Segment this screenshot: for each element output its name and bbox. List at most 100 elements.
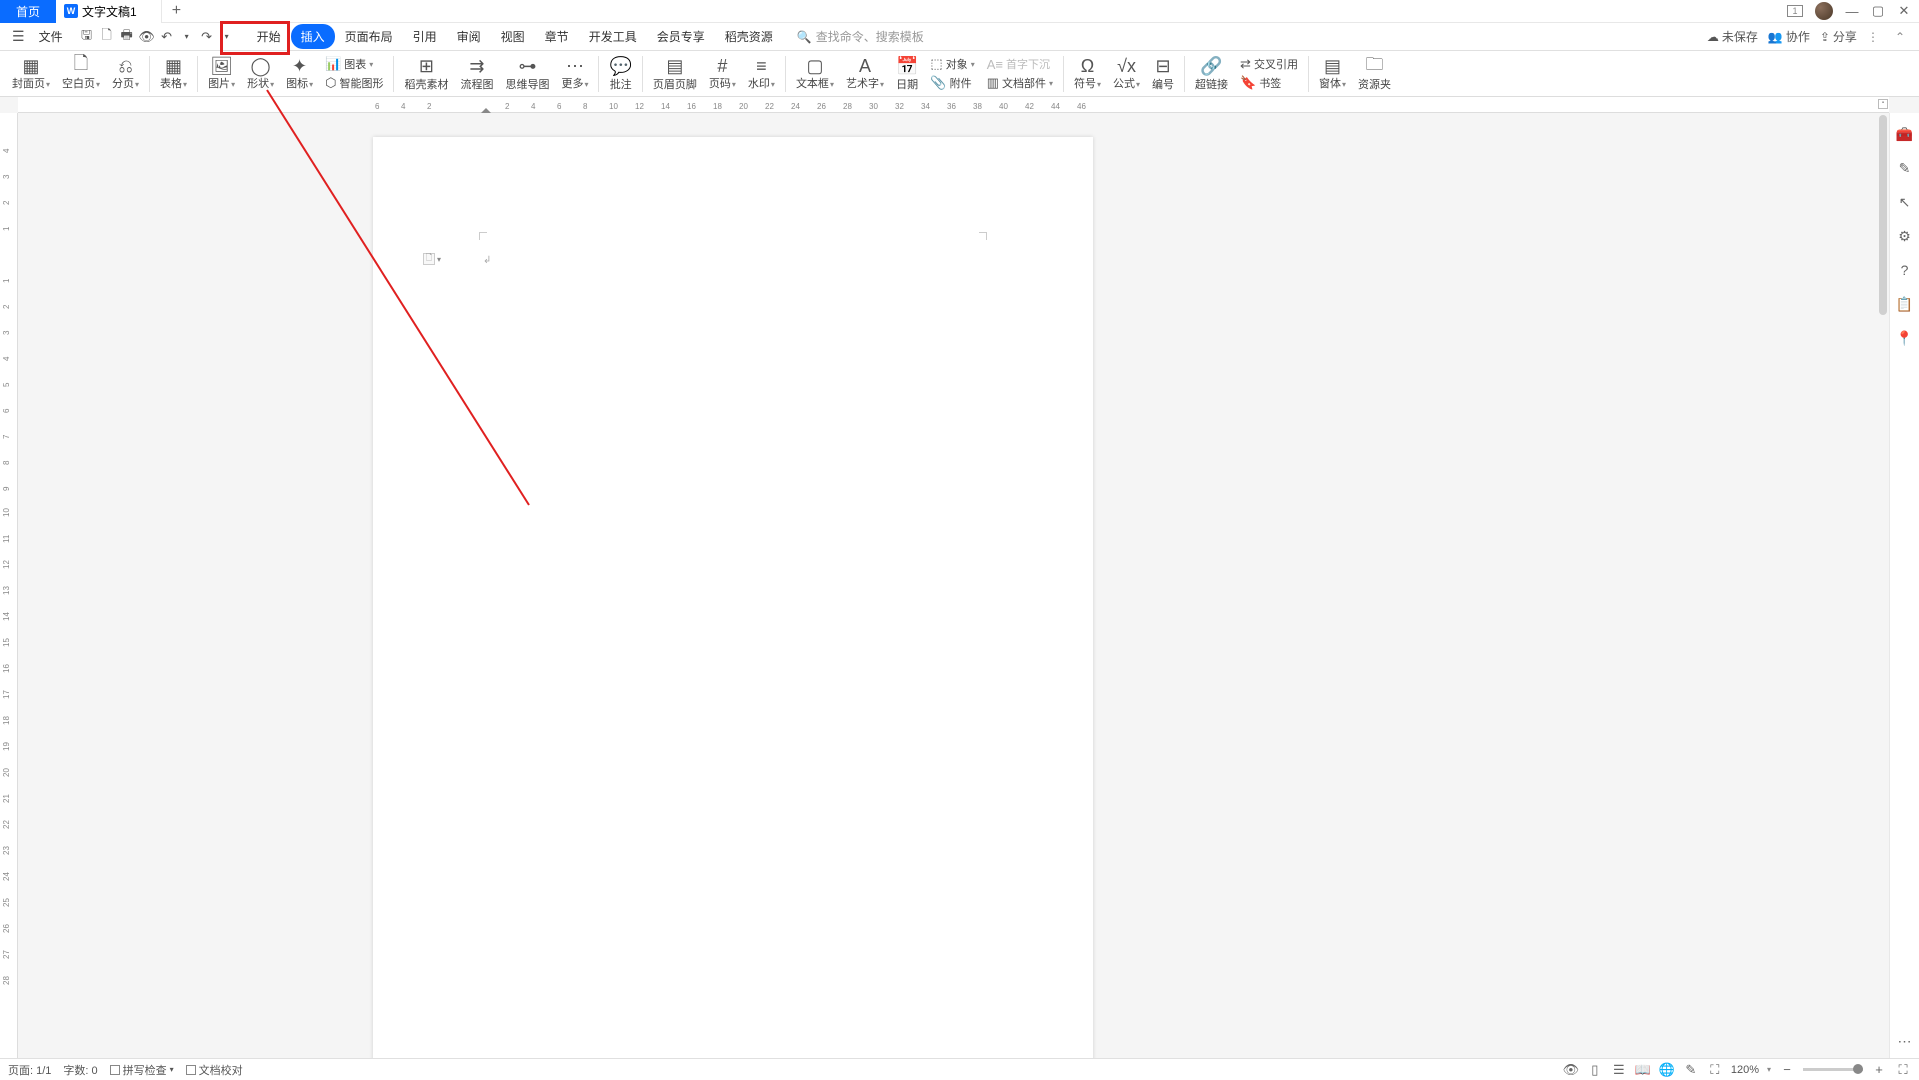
hamburger-icon[interactable]: ☰: [8, 28, 29, 45]
toolbox-icon[interactable]: 🧰: [1896, 125, 1914, 143]
chart-button[interactable]: 📊图表▾: [321, 55, 387, 73]
search-box[interactable]: 🔍 查找命令、搜索模板: [797, 28, 924, 45]
window-count-icon[interactable]: 1: [1787, 5, 1803, 17]
document-canvas[interactable]: 🗋 ▾ ↲: [18, 113, 1889, 1058]
tab-view[interactable]: 视图: [491, 24, 535, 49]
zoom-in-icon[interactable]: +: [1871, 1062, 1887, 1078]
tab-member[interactable]: 会员专享: [647, 24, 715, 49]
tab-home[interactable]: 首页: [0, 0, 56, 23]
tab-docer[interactable]: 稻壳资源: [715, 24, 783, 49]
tab-insert[interactable]: 插入: [291, 24, 335, 49]
collab-button[interactable]: 👥协作: [1768, 28, 1810, 45]
cover-page-button[interactable]: ▦封面页▾: [6, 55, 56, 92]
location-icon[interactable]: 📍: [1896, 329, 1914, 347]
file-menu[interactable]: 文件: [31, 28, 71, 45]
share-button[interactable]: ⇪分享: [1820, 28, 1857, 45]
fit-width-icon[interactable]: ⛶: [1707, 1062, 1723, 1078]
save-as-icon[interactable]: 🗋: [99, 29, 115, 45]
symbol-button[interactable]: Ω符号▾: [1068, 55, 1107, 92]
save-icon[interactable]: 🖫: [79, 29, 95, 45]
collapse-ribbon-icon[interactable]: ⌃: [1889, 30, 1911, 44]
zoom-out-icon[interactable]: −: [1779, 1062, 1795, 1078]
minimize-button[interactable]: —: [1845, 4, 1859, 19]
close-button[interactable]: ✕: [1897, 3, 1911, 19]
horizontal-ruler[interactable]: 6422468101214161820222426283032343638404…: [18, 97, 1889, 113]
new-tab-button[interactable]: +: [162, 2, 191, 20]
page-indicator[interactable]: 页面: 1/1: [8, 1062, 51, 1078]
paragraph-layout-icon[interactable]: 🗋: [423, 253, 435, 265]
maximize-button[interactable]: ▢: [1871, 3, 1885, 19]
more-menu-icon[interactable]: ⋮: [1867, 30, 1879, 44]
blank-page-button[interactable]: 🗋空白页▾: [56, 55, 106, 92]
outline-view-icon[interactable]: ☰: [1611, 1062, 1627, 1078]
shape-button[interactable]: ◯形状▾: [241, 55, 280, 92]
resource-folder-button[interactable]: 🗀资源夹: [1352, 56, 1397, 92]
more-icon: ⋯: [566, 55, 584, 77]
eye-icon[interactable]: 👁: [1563, 1062, 1579, 1078]
spellcheck-toggle[interactable]: 拼写检查▾: [110, 1062, 174, 1078]
edit-mode-icon[interactable]: ✎: [1683, 1062, 1699, 1078]
picture-button[interactable]: 🖼图片▾: [202, 55, 241, 92]
scroll-thumb[interactable]: [1879, 115, 1887, 315]
print-preview-icon[interactable]: 👁: [139, 29, 155, 45]
read-view-icon[interactable]: 📖: [1635, 1062, 1651, 1078]
tab-section[interactable]: 章节: [535, 24, 579, 49]
equation-button[interactable]: √x公式▾: [1107, 55, 1146, 92]
flowchart-button[interactable]: ⇉流程图: [454, 56, 499, 92]
object-button[interactable]: ⬚对象▾: [926, 55, 978, 73]
mindmap-button[interactable]: ⊶思维导图: [499, 56, 555, 92]
undo-icon[interactable]: ↶: [159, 29, 175, 45]
zoom-slider[interactable]: [1803, 1068, 1863, 1071]
undo-drop-icon[interactable]: ▾: [179, 29, 195, 45]
docer-material-button[interactable]: ⊞稻壳素材: [398, 56, 454, 92]
select-icon[interactable]: ↖: [1896, 193, 1914, 211]
form-button[interactable]: ▤窗体▾: [1313, 55, 1352, 92]
date-button[interactable]: 📅日期: [890, 56, 924, 92]
user-avatar[interactable]: [1815, 2, 1833, 20]
paragraph-layout-drop-icon[interactable]: ▾: [437, 255, 441, 264]
bookmark-button[interactable]: 🔖书签: [1236, 74, 1302, 92]
print-icon[interactable]: 🖶: [119, 29, 135, 45]
unsaved-indicator[interactable]: ☁未保存: [1707, 28, 1758, 45]
fullscreen-icon[interactable]: ⛶: [1895, 1062, 1911, 1078]
proofread-toggle[interactable]: 文档校对: [186, 1062, 243, 1078]
header-footer-button[interactable]: ▤页眉页脚: [647, 56, 703, 92]
vertical-ruler[interactable]: 4321123456789101112131415161718192021222…: [0, 113, 18, 1058]
tab-reference[interactable]: 引用: [403, 24, 447, 49]
clipboard-icon[interactable]: 📋: [1896, 295, 1914, 313]
page-break-button[interactable]: ⎌分页▾: [106, 55, 145, 92]
pen-icon[interactable]: ✎: [1896, 159, 1914, 177]
header-footer-icon: ▤: [666, 56, 683, 78]
page-view-icon[interactable]: ▯: [1587, 1062, 1603, 1078]
icon-store-button[interactable]: ✦图标▾: [280, 55, 319, 92]
tab-review[interactable]: 审阅: [447, 24, 491, 49]
smartart-button[interactable]: ⬡智能图形: [321, 74, 387, 92]
settings-slider-icon[interactable]: ⚙: [1896, 227, 1914, 245]
vertical-scrollbar[interactable]: ▪: [1877, 113, 1889, 1058]
help-icon[interactable]: ?: [1896, 261, 1914, 279]
zoom-level[interactable]: 120%: [1731, 1064, 1759, 1076]
word-count[interactable]: 字数: 0: [63, 1062, 97, 1078]
tab-start[interactable]: 开始: [247, 24, 291, 49]
wordart-button[interactable]: A艺术字▾: [840, 55, 890, 92]
comment-button[interactable]: 💬批注: [603, 56, 637, 92]
tab-developer[interactable]: 开发工具: [579, 24, 647, 49]
redo-icon[interactable]: ↷: [199, 29, 215, 45]
tab-document[interactable]: W 文字文稿1: [56, 0, 162, 23]
page-number-button[interactable]: #页码▾: [703, 55, 742, 92]
page[interactable]: 🗋 ▾ ↲: [373, 137, 1093, 1058]
textbox-button[interactable]: ▢文本框▾: [790, 55, 840, 92]
web-view-icon[interactable]: 🌐: [1659, 1062, 1675, 1078]
panel-more-icon[interactable]: ⋯: [1896, 1032, 1914, 1050]
doc-parts-button[interactable]: ▥文档部件▾: [983, 74, 1057, 92]
scroll-top-box[interactable]: ▪: [1878, 99, 1888, 109]
table-button[interactable]: ▦表格▾: [154, 55, 193, 92]
watermark-button[interactable]: ≡水印▾: [742, 55, 781, 92]
redo-drop-icon[interactable]: ▾: [219, 29, 235, 45]
tab-page-layout[interactable]: 页面布局: [335, 24, 403, 49]
attachment-button[interactable]: 📎附件: [926, 74, 978, 92]
numbering-button[interactable]: ⊟编号: [1146, 56, 1180, 92]
hyperlink-button[interactable]: 🔗超链接: [1189, 56, 1234, 92]
more-button[interactable]: ⋯更多▾: [555, 55, 594, 92]
crossref-button[interactable]: ⇄交叉引用: [1236, 55, 1302, 73]
